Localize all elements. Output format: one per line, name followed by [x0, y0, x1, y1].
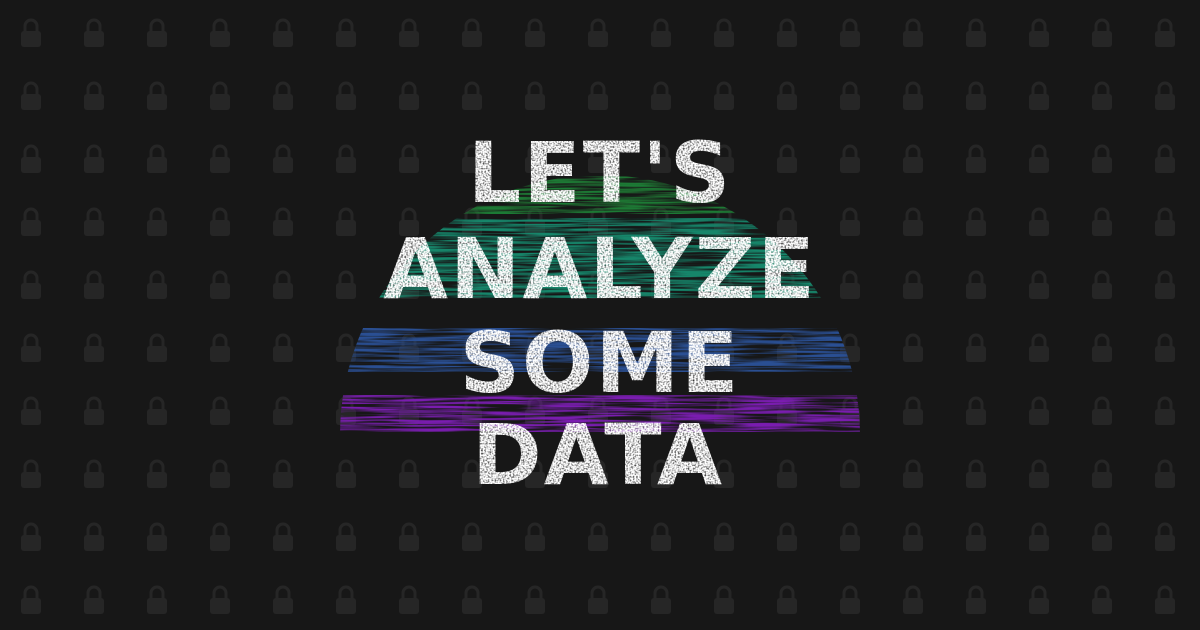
- headline-line-4: DATA: [472, 406, 724, 504]
- headline-line-3: SOME: [460, 314, 741, 412]
- headline-line-2: ANALYZE: [383, 220, 817, 318]
- design-canvas: LET'S ANALYZE SOME DATA: [0, 0, 1200, 630]
- design-artwork: LET'S ANALYZE SOME DATA: [0, 0, 1200, 630]
- headline-line-1: LET'S: [468, 124, 732, 222]
